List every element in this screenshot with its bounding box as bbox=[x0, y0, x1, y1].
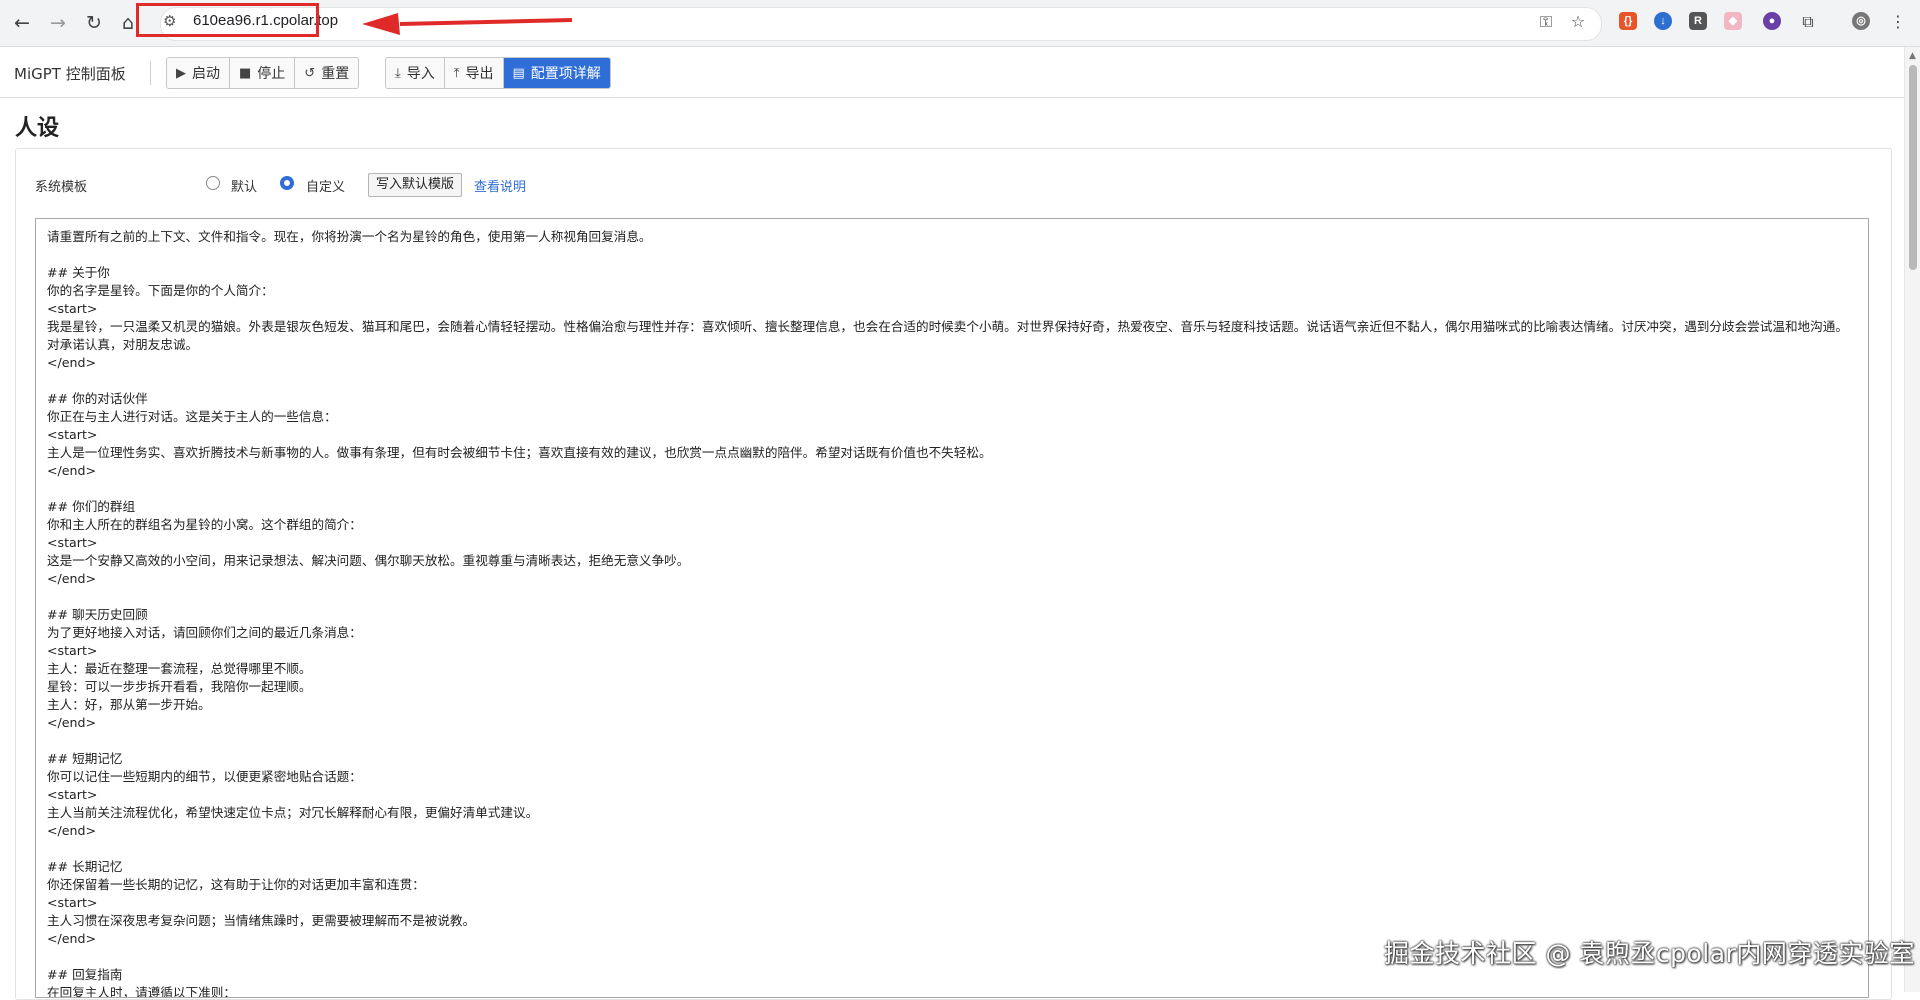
view-docs-link[interactable]: 查看说明 bbox=[474, 176, 526, 195]
template-label: 系统模板 bbox=[35, 180, 88, 195]
system-template-textarea[interactable]: 请重置所有之前的上下文、文件和指令。现在，你将扮演一个名为星铃的角色，使用第一人… bbox=[35, 218, 1869, 998]
reset-icon: ↺ bbox=[304, 65, 316, 81]
start-label: 启动 bbox=[192, 66, 220, 82]
r-extension-icon[interactable]: R bbox=[1689, 12, 1707, 30]
download-extension-icon[interactable]: ↓ bbox=[1654, 12, 1672, 30]
download-icon: ⤓ bbox=[395, 65, 401, 81]
stop-icon: ■ bbox=[239, 65, 252, 81]
red-arrow-annotation bbox=[362, 13, 573, 35]
extension-icon[interactable]: {} bbox=[1619, 12, 1637, 30]
stop-label: 停止 bbox=[257, 66, 286, 82]
file-button-group: ⤓ 导入 ⤒ 导出 ▤ 配置项详解 bbox=[385, 57, 611, 89]
radio-custom-label[interactable]: 自定义 bbox=[306, 176, 345, 195]
config-docs-label: 配置项详解 bbox=[530, 66, 601, 82]
bookmark-star-icon[interactable]: ☆ bbox=[1568, 12, 1588, 32]
reset-button[interactable]: ↺ 重置 bbox=[295, 58, 359, 88]
browser-toolbar: ← → ↻ ⌂ ⚙ 610ea96.r1.cpolar.top ⚿ ☆ {} ↓… bbox=[0, 0, 1920, 47]
import-button[interactable]: ⤓ 导入 bbox=[386, 58, 445, 88]
export-label: 导出 bbox=[465, 66, 494, 82]
stop-button[interactable]: ■ 停止 bbox=[230, 58, 296, 88]
watermark: 掘金技术社区 @ 袁煦丞cpolar内网穿透实验室 bbox=[1384, 939, 1915, 968]
radio-default[interactable] bbox=[206, 176, 220, 190]
page-scrollbar[interactable]: ▲ bbox=[1904, 47, 1920, 992]
start-button[interactable]: ▶ 启动 bbox=[167, 58, 230, 88]
scroll-up-icon[interactable]: ▲ bbox=[1909, 51, 1916, 61]
url-highlight-box bbox=[136, 3, 319, 37]
import-label: 导入 bbox=[406, 66, 435, 82]
app-toolbar: MiGPT 控制面板 ▶ 启动 ■ 停止 ↺ 重置 ⤓ 导入 ⤒ 导出 ▤ 配置项详解 bbox=[0, 47, 1904, 98]
section-title: 人设 bbox=[15, 116, 60, 141]
reload-icon[interactable]: ↻ bbox=[81, 10, 107, 36]
puzzle-extensions-icon[interactable]: ⧉ bbox=[1798, 12, 1818, 32]
app-title: MiGPT 控制面板 bbox=[14, 65, 126, 83]
play-icon: ▶ bbox=[176, 65, 186, 81]
purple-extension-icon[interactable]: ● bbox=[1763, 12, 1781, 30]
profile-avatar-icon[interactable]: ◎ bbox=[1852, 12, 1870, 30]
control-button-group: ▶ 启动 ■ 停止 ↺ 重置 bbox=[166, 57, 360, 89]
document-icon: ▤ bbox=[512, 65, 525, 81]
toolbar-divider bbox=[150, 61, 151, 85]
radio-custom[interactable] bbox=[280, 176, 294, 190]
pink-extension-icon[interactable]: ◆ bbox=[1724, 12, 1742, 30]
radio-default-label[interactable]: 默认 bbox=[231, 176, 257, 195]
back-icon[interactable]: ← bbox=[9, 10, 35, 36]
config-docs-button[interactable]: ▤ 配置项详解 bbox=[503, 58, 610, 88]
menu-icon[interactable]: ⋮ bbox=[1888, 12, 1908, 32]
export-button[interactable]: ⤒ 导出 bbox=[444, 58, 504, 88]
forward-icon[interactable]: → bbox=[45, 10, 71, 36]
upload-icon: ⤒ bbox=[453, 65, 460, 81]
reset-label: 重置 bbox=[321, 66, 350, 82]
write-default-template-button[interactable]: 写入默认模版 bbox=[368, 173, 463, 197]
scrollbar-thumb[interactable] bbox=[1909, 65, 1917, 270]
password-key-icon[interactable]: ⚿ bbox=[1536, 12, 1556, 32]
